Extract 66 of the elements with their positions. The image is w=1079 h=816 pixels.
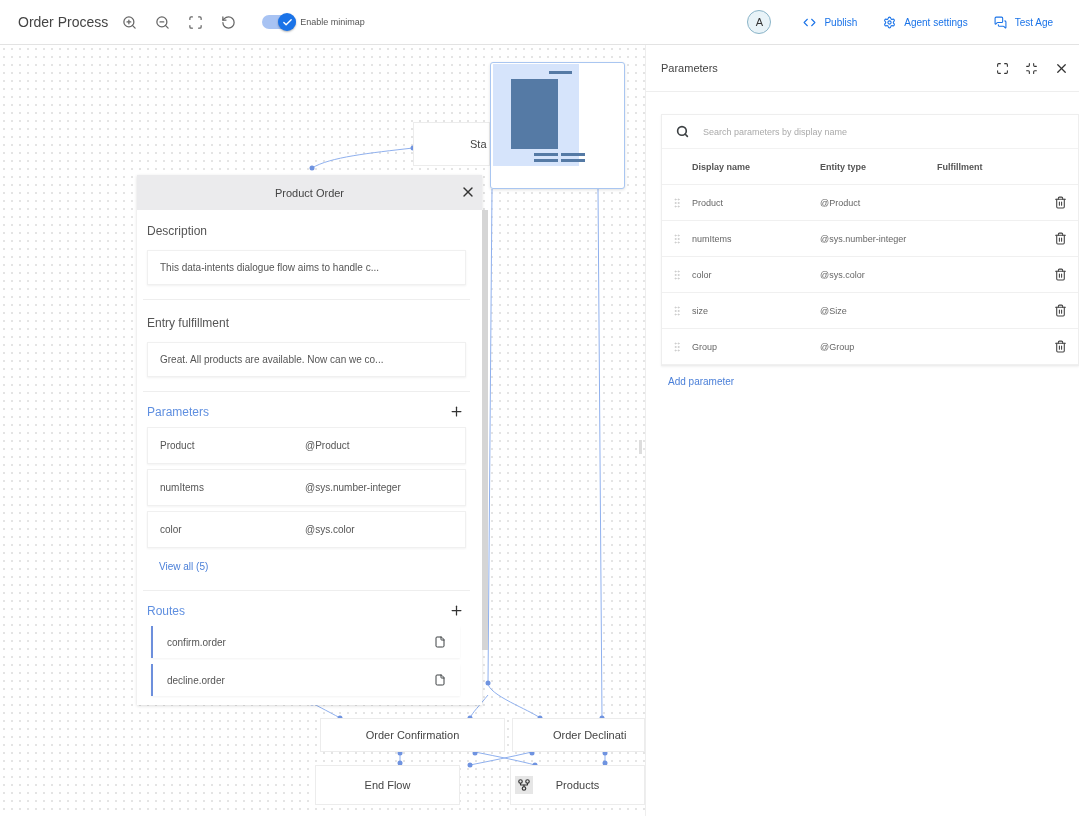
route-name: confirm.order: [167, 636, 226, 648]
add-button[interactable]: [449, 404, 464, 419]
fit-view-button[interactable]: [188, 14, 204, 30]
route-row[interactable]: decline.order: [151, 664, 460, 696]
flow-node[interactable]: Order Declinati: [512, 718, 645, 752]
column-header: Entity type: [820, 161, 867, 172]
fork-icon: [515, 776, 533, 794]
minimap[interactable]: [490, 62, 625, 189]
add-parameter-link[interactable]: Add parameter: [646, 366, 757, 397]
document-icon: [434, 674, 446, 686]
table-cell-text: size: [692, 305, 709, 316]
table-cell-text: @sys.color: [820, 269, 866, 280]
add-button[interactable]: [449, 603, 464, 618]
parameter-name: color: [160, 524, 183, 535]
gear-icon: [883, 15, 897, 29]
parameter-type: @sys.number-integer: [305, 482, 402, 493]
toolbar-action-link[interactable]: Test Age: [993, 15, 1053, 29]
flow-node[interactable]: Sta: [413, 122, 490, 166]
table-cell-text: Product: [692, 197, 725, 208]
parameter-row[interactable]: Product @Product: [147, 427, 466, 464]
parameter-name: numItems: [160, 482, 205, 493]
flow-title: Order Process: [18, 14, 109, 30]
view-all-link[interactable]: View all (5): [147, 553, 221, 590]
minimap-toggle[interactable]: [262, 15, 297, 29]
section-label: Description: [147, 223, 209, 240]
section-title: Routes: [147, 603, 186, 618]
parameter-name: Product: [160, 440, 196, 451]
search-icon: [676, 125, 689, 138]
panel-title: Parameters: [661, 62, 719, 74]
minimap-toggle-label: Enable minimap: [300, 17, 365, 27]
parameter-type: @Product: [305, 440, 351, 451]
section-title: Parameters: [147, 404, 210, 419]
table-cell-text: @Group: [820, 341, 856, 352]
zoom-out-button[interactable]: [155, 14, 171, 30]
column-header: Display name: [692, 161, 752, 172]
document-icon: [434, 636, 446, 648]
toolbar-action-link[interactable]: Publish: [803, 15, 858, 29]
flow-node[interactable]: End Flow: [315, 765, 460, 805]
parameter-row[interactable]: numItems @sys.number-integer: [147, 469, 466, 506]
table-cell-text: @Size: [820, 305, 848, 316]
parameter-row[interactable]: color @sys.color: [147, 511, 466, 548]
zoom-in-button[interactable]: [122, 14, 138, 30]
description-field[interactable]: This data-intents dialogue flow aims to handle c...: [147, 250, 466, 285]
table-cell-text: @sys.number-integer: [820, 233, 908, 244]
flow-node[interactable]: Order Confirmation: [320, 718, 505, 752]
fulfillment-field[interactable]: Great. All products are available. Now can we co...: [147, 342, 466, 377]
collapse-button[interactable]: [1025, 61, 1038, 75]
expand-button[interactable]: [996, 61, 1009, 75]
flow-node[interactable]: Products: [510, 765, 645, 805]
chat-icon: [993, 15, 1007, 29]
user-avatar[interactable]: A: [747, 10, 772, 34]
route-name: decline.order: [167, 674, 225, 686]
reset-view-button[interactable]: [221, 14, 237, 30]
section-label: Entry fulfillment: [147, 315, 231, 332]
table-cell-text: numItems: [692, 233, 733, 244]
table-cell-text: color: [692, 269, 713, 280]
card-title: Product Order: [274, 186, 345, 199]
scrollbar[interactable]: [482, 210, 488, 650]
table-cell-text: @Product: [820, 197, 862, 208]
parameter-type: @sys.color: [305, 524, 356, 535]
resize-handle[interactable]: [639, 440, 642, 454]
column-header: Fulfillment: [937, 161, 984, 172]
route-row[interactable]: confirm.order: [151, 626, 460, 658]
table-cell-text: Group: [692, 341, 718, 352]
toolbar-action-link[interactable]: Agent settings: [883, 15, 968, 29]
check-icon: [281, 16, 293, 28]
